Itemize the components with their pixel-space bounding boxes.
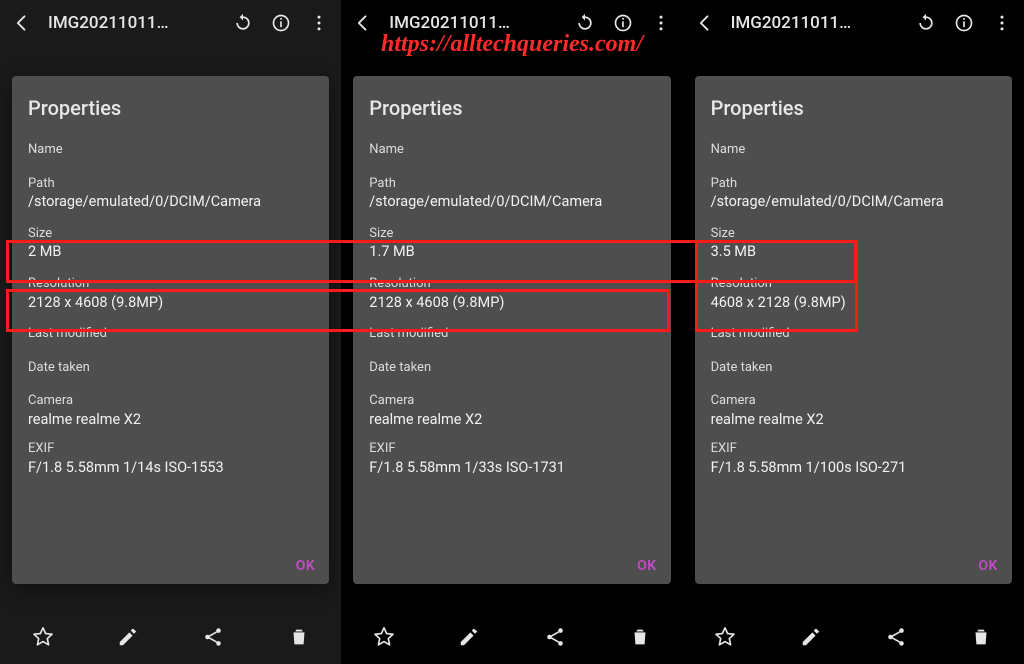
panel-0: IMG20211011… Properties Name Path /stora…: [0, 0, 341, 664]
more-icon[interactable]: [990, 11, 1014, 35]
size-value: 2 MB: [28, 242, 313, 262]
camera-label: Camera: [28, 393, 313, 409]
date-taken-label: Date taken: [28, 360, 313, 376]
topbar: IMG20211011…: [0, 0, 341, 46]
resolution-label: Resolution: [711, 276, 996, 292]
exif-value: F/1.8 5.58mm 1/33s ISO-1731: [369, 458, 654, 478]
more-icon[interactable]: [307, 11, 331, 35]
name-label: Name: [369, 142, 654, 158]
camera-value: realme realme X2: [711, 410, 996, 430]
dialog-title: Properties: [28, 96, 313, 120]
bottombar: [683, 610, 1024, 664]
path-label: Path: [28, 176, 313, 192]
path-label: Path: [369, 176, 654, 192]
edit-icon[interactable]: [799, 625, 823, 649]
last-modified-label: Last modified: [369, 326, 654, 342]
path-value: /storage/emulated/0/DCIM/Camera: [711, 192, 996, 212]
date-taken-label: Date taken: [711, 360, 996, 376]
edit-icon[interactable]: [116, 625, 140, 649]
resolution-value: 4608 x 2128 (9.8MP): [711, 293, 996, 313]
topbar: IMG20211011…: [683, 0, 1024, 46]
last-modified-label: Last modified: [711, 326, 996, 342]
delete-icon[interactable]: [969, 625, 993, 649]
delete-icon[interactable]: [287, 625, 311, 649]
exif-label: EXIF: [369, 441, 654, 457]
edit-icon[interactable]: [457, 625, 481, 649]
info-icon[interactable]: [952, 11, 976, 35]
share-icon[interactable]: [884, 625, 908, 649]
rotate-icon[interactable]: [573, 11, 597, 35]
ok-button[interactable]: OK: [637, 558, 657, 574]
last-modified-label: Last modified: [28, 326, 313, 342]
size-value: 1.7 MB: [369, 242, 654, 262]
resolution-label: Resolution: [28, 276, 313, 292]
size-value: 3.5 MB: [711, 242, 996, 262]
exif-label: EXIF: [711, 441, 996, 457]
panel-1: IMG20211011… Properties Name Path /stora…: [341, 0, 682, 664]
properties-dialog: Properties Name Path /storage/emulated/0…: [12, 76, 329, 584]
size-label: Size: [369, 226, 654, 242]
camera-label: Camera: [711, 393, 996, 409]
delete-icon[interactable]: [628, 625, 652, 649]
camera-label: Camera: [369, 393, 654, 409]
exif-label: EXIF: [28, 441, 313, 457]
path-label: Path: [711, 176, 996, 192]
ok-button[interactable]: OK: [978, 558, 998, 574]
size-label: Size: [28, 226, 313, 242]
back-icon[interactable]: [693, 11, 717, 35]
image-title: IMG20211011…: [731, 13, 900, 33]
info-icon[interactable]: [611, 11, 635, 35]
rotate-icon[interactable]: [231, 11, 255, 35]
info-icon[interactable]: [269, 11, 293, 35]
name-label: Name: [28, 142, 313, 158]
camera-value: realme realme X2: [369, 410, 654, 430]
path-value: /storage/emulated/0/DCIM/Camera: [369, 192, 654, 212]
camera-value: realme realme X2: [28, 410, 313, 430]
resolution-label: Resolution: [369, 276, 654, 292]
date-taken-label: Date taken: [369, 360, 654, 376]
panel-2: IMG20211011… Properties Name Path /stora…: [683, 0, 1024, 664]
path-value: /storage/emulated/0/DCIM/Camera: [28, 192, 313, 212]
topbar: IMG20211011…: [341, 0, 682, 46]
resolution-value: 2128 x 4608 (9.8MP): [28, 293, 313, 313]
name-label: Name: [711, 142, 996, 158]
favorite-icon[interactable]: [31, 625, 55, 649]
properties-dialog: Properties Name Path /storage/emulated/0…: [695, 76, 1012, 584]
image-title: IMG20211011…: [389, 13, 558, 33]
share-icon[interactable]: [543, 625, 567, 649]
dialog-title: Properties: [369, 96, 654, 120]
back-icon[interactable]: [351, 11, 375, 35]
size-label: Size: [711, 226, 996, 242]
image-title: IMG20211011…: [48, 13, 217, 33]
dialog-title: Properties: [711, 96, 996, 120]
bottombar: [341, 610, 682, 664]
rotate-icon[interactable]: [914, 11, 938, 35]
favorite-icon[interactable]: [372, 625, 396, 649]
properties-dialog: Properties Name Path /storage/emulated/0…: [353, 76, 670, 584]
bottombar: [0, 610, 341, 664]
ok-button[interactable]: OK: [296, 558, 316, 574]
exif-value: F/1.8 5.58mm 1/14s ISO-1553: [28, 458, 313, 478]
more-icon[interactable]: [649, 11, 673, 35]
back-icon[interactable]: [10, 11, 34, 35]
resolution-value: 2128 x 4608 (9.8MP): [369, 293, 654, 313]
exif-value: F/1.8 5.58mm 1/100s ISO-271: [711, 458, 996, 478]
share-icon[interactable]: [201, 625, 225, 649]
favorite-icon[interactable]: [713, 625, 737, 649]
